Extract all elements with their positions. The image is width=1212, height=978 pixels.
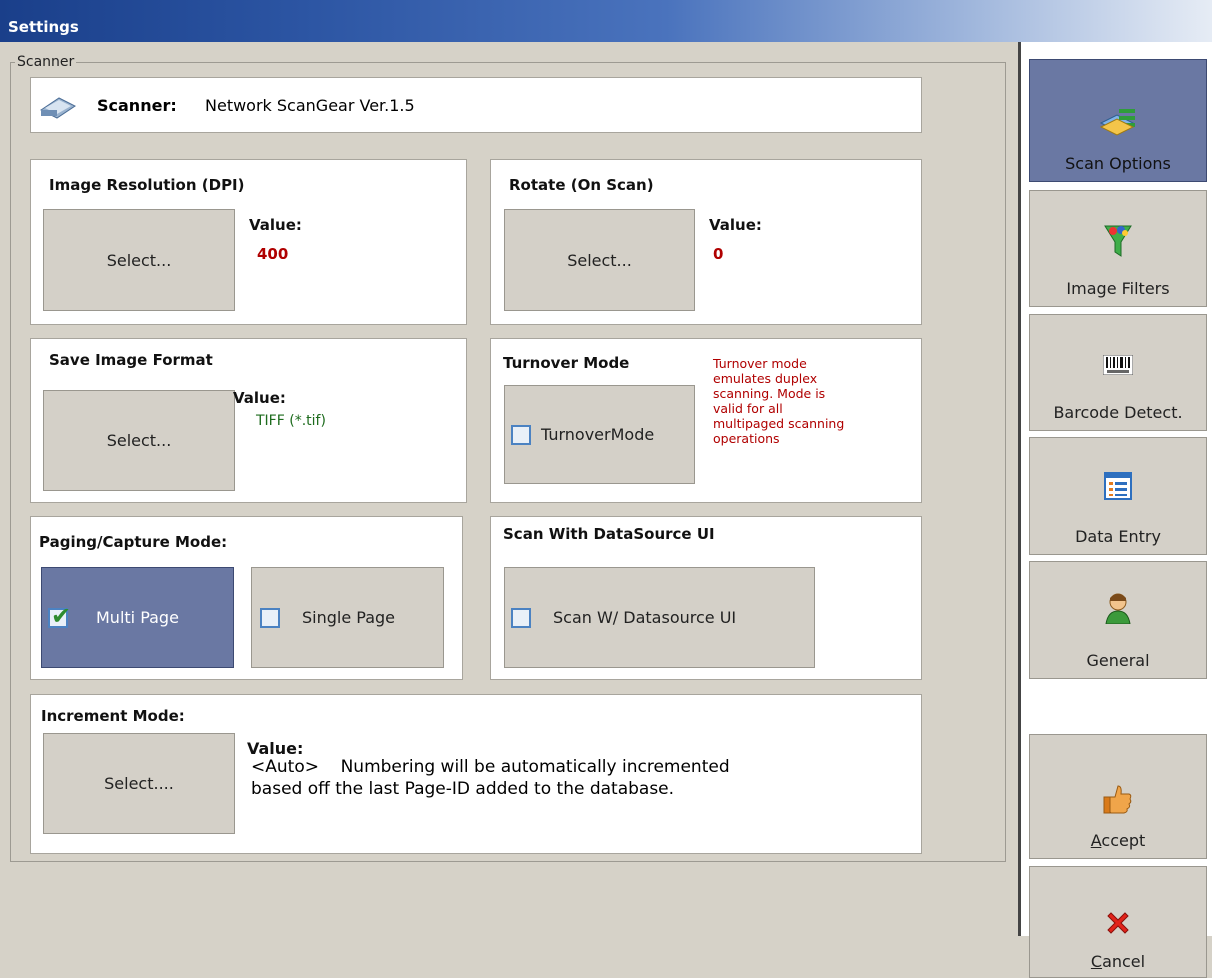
paging-mode-title: Paging/Capture Mode: bbox=[39, 533, 228, 551]
datasource-ui-panel: Scan With DataSource UI Scan W/ Datasour… bbox=[490, 516, 922, 680]
data-entry-icon bbox=[1098, 466, 1138, 506]
sidebar-item-scan-options[interactable]: Scan Options bbox=[1029, 59, 1207, 182]
turnover-mode-checkbox[interactable] bbox=[511, 424, 531, 445]
single-page-label: Single Page bbox=[302, 608, 396, 627]
rotate-panel: Rotate (On Scan) Select... Value: 0 bbox=[490, 159, 922, 325]
save-format-value-label: Value: bbox=[233, 389, 286, 407]
turnover-note-line: operations bbox=[713, 431, 780, 446]
sidebar-item-label: Data Entry bbox=[1075, 527, 1161, 546]
sidebar-item-barcode-detect[interactable]: Barcode Detect. bbox=[1029, 314, 1207, 431]
sidebar-item-label: Image Filters bbox=[1066, 279, 1170, 298]
scanner-group-legend: Scanner bbox=[17, 54, 75, 70]
sidebar-item-data-entry[interactable]: Data Entry bbox=[1029, 437, 1207, 555]
rotate-value-label: Value: bbox=[709, 216, 762, 234]
image-resolution-title: Image Resolution (DPI) bbox=[49, 176, 245, 194]
turnover-note-line: multipaged scanning bbox=[713, 416, 845, 431]
image-resolution-select-label: Select... bbox=[106, 250, 172, 270]
image-filters-icon bbox=[1098, 221, 1138, 261]
turnover-note-line: Turnover mode bbox=[713, 356, 807, 371]
single-page-button[interactable]: Single Page bbox=[251, 567, 444, 668]
sidebar-item-label: Scan Options bbox=[1065, 154, 1171, 173]
turnover-mode-checkbox-label: TurnoverMode bbox=[541, 425, 655, 444]
general-user-icon bbox=[1098, 588, 1138, 628]
window-titlebar: Settings bbox=[0, 0, 1212, 42]
increment-mode-panel: Increment Mode: Select.... Value: <Auto>… bbox=[30, 694, 922, 854]
turnover-note-line: scanning. Mode is bbox=[713, 386, 826, 401]
barcode-icon bbox=[1098, 345, 1138, 385]
cancel-button[interactable]: Cancel bbox=[1029, 866, 1207, 978]
datasource-ui-title: Scan With DataSource UI bbox=[503, 525, 715, 543]
rotate-select-label: Select... bbox=[567, 250, 632, 270]
increment-value-line2: based off the last Page-ID added to the … bbox=[251, 779, 675, 799]
window-title: Settings bbox=[8, 18, 79, 36]
multi-page-label: Multi Page bbox=[96, 608, 179, 627]
image-resolution-panel: Image Resolution (DPI) Select... Value: … bbox=[30, 159, 467, 325]
turnover-note-line: valid for all bbox=[713, 401, 783, 416]
sidebar-item-general[interactable]: General bbox=[1029, 561, 1207, 679]
increment-mode-select-button[interactable]: Select.... bbox=[43, 733, 235, 834]
scanner-name: Network ScanGear Ver.1.5 bbox=[205, 96, 415, 115]
sidebar-item-label: Barcode Detect. bbox=[1053, 403, 1183, 422]
multi-page-checkbox[interactable]: ✔ bbox=[48, 602, 71, 630]
save-format-panel: Save Image Format Select... Value: TIFF … bbox=[30, 338, 467, 503]
turnover-mode-toggle[interactable]: TurnoverMode bbox=[504, 385, 695, 484]
accept-label: Accept bbox=[1090, 831, 1146, 850]
save-format-select-button[interactable]: Select... bbox=[43, 390, 235, 491]
thumbs-up-icon bbox=[1098, 779, 1138, 819]
accept-button[interactable]: Accept bbox=[1029, 734, 1207, 859]
multi-page-button[interactable]: ✔ Multi Page bbox=[41, 567, 234, 668]
save-format-title: Save Image Format bbox=[49, 351, 213, 369]
scan-options-icon bbox=[1098, 102, 1138, 142]
settings-sidebar: Scan Options Image Filters Barcode Detec… bbox=[1018, 42, 1212, 978]
turnover-mode-note: Turnover mode emulates duplex scanning. … bbox=[713, 356, 844, 446]
datasource-ui-label: Scan W/ Datasource UI bbox=[553, 608, 737, 627]
increment-value-label: Value: bbox=[247, 739, 304, 758]
close-icon bbox=[1098, 903, 1138, 943]
paging-mode-panel: Paging/Capture Mode: ✔ Multi Page Single… bbox=[30, 516, 463, 680]
datasource-ui-toggle[interactable]: Scan W/ Datasource UI bbox=[504, 567, 815, 668]
turnover-mode-panel: Turnover Mode TurnoverMode Turnover mode… bbox=[490, 338, 922, 503]
save-format-select-label: Select... bbox=[106, 431, 172, 450]
increment-value-line1: <Auto> Numbering will be automatically i… bbox=[251, 757, 730, 777]
scanner-info-panel: Scanner: Network ScanGear Ver.1.5 bbox=[30, 77, 922, 133]
datasource-ui-checkbox[interactable] bbox=[511, 607, 531, 628]
increment-mode-title: Increment Mode: bbox=[41, 707, 185, 725]
save-format-value: TIFF (*.tif) bbox=[256, 413, 326, 429]
scanner-label: Scanner: bbox=[97, 96, 177, 115]
image-resolution-select-button[interactable]: Select... bbox=[43, 209, 235, 311]
rotate-value: 0 bbox=[713, 245, 724, 263]
settings-main-area: Scanner Scanner: Network ScanGear Ver.1.… bbox=[0, 42, 1018, 936]
rotate-select-button[interactable]: Select... bbox=[504, 209, 695, 311]
image-resolution-value: 400 bbox=[257, 245, 289, 263]
image-resolution-value-label: Value: bbox=[249, 216, 302, 234]
increment-mode-select-label: Select.... bbox=[104, 774, 174, 793]
sidebar-item-image-filters[interactable]: Image Filters bbox=[1029, 190, 1207, 307]
turnover-note-line: emulates duplex bbox=[713, 371, 818, 386]
single-page-checkbox[interactable] bbox=[260, 607, 280, 628]
sidebar-item-label: General bbox=[1086, 651, 1150, 670]
turnover-mode-title: Turnover Mode bbox=[503, 354, 630, 372]
rotate-title: Rotate (On Scan) bbox=[509, 176, 654, 194]
scanner-device-icon bbox=[39, 92, 77, 124]
cancel-label: Cancel bbox=[1090, 952, 1146, 971]
checkmark-icon: ✔ bbox=[51, 601, 72, 630]
